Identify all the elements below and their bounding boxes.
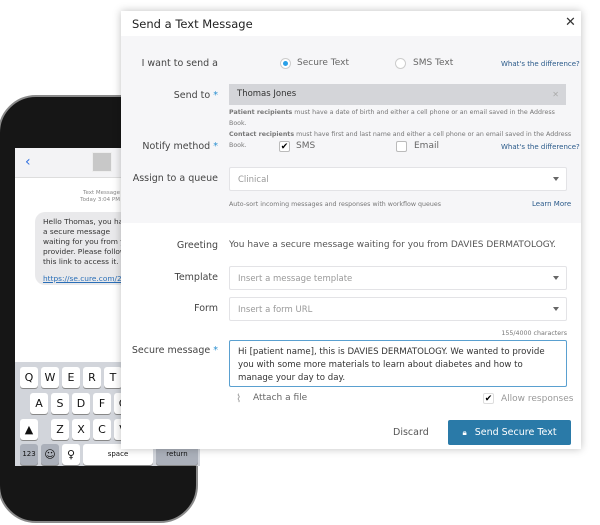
queue-label: Assign to a queue: [132, 173, 218, 184]
key-f[interactable]: F: [93, 393, 111, 414]
queue-select[interactable]: Clinical: [229, 167, 567, 191]
chevron-down-icon: [553, 307, 559, 314]
sms-label: SMS: [296, 141, 316, 151]
message-timestamp: Today 3:04 PM: [80, 197, 120, 203]
queue-help: Auto-sort incoming messages and response…: [229, 201, 442, 208]
allow-responses-checkbox[interactable]: ✔: [483, 393, 494, 404]
checkbox-sms[interactable]: ✔: [279, 141, 290, 152]
notify-difference-link[interactable]: What's the difference?: [501, 143, 580, 151]
radio-sms-text[interactable]: [395, 58, 406, 69]
template-select[interactable]: Insert a message template: [229, 266, 567, 290]
key-e[interactable]: E: [62, 367, 80, 388]
shift-key-icon[interactable]: ▲: [20, 419, 38, 440]
email-label: Email: [414, 141, 439, 151]
char-count: 155/4000 characters: [501, 330, 567, 337]
key-t[interactable]: T: [104, 367, 122, 388]
chevron-down-icon: [553, 177, 559, 184]
allow-responses-label: Allow responses: [501, 394, 574, 404]
secure-text-label: Secure Text: [297, 58, 350, 68]
contact-avatar-icon: [92, 152, 112, 172]
back-icon[interactable]: ‹: [25, 154, 31, 170]
send-secure-text-button[interactable]: 🔒︎ Send Secure Text: [448, 420, 571, 445]
greeting-label: Greeting: [176, 240, 218, 251]
secure-message-label: Secure message *: [131, 345, 218, 356]
template-label: Template: [174, 272, 218, 283]
send-type-label: I want to send a: [141, 58, 218, 69]
clear-icon[interactable]: ✕: [552, 84, 559, 105]
key-123[interactable]: 123: [20, 444, 38, 465]
checkbox-email[interactable]: [396, 141, 407, 152]
key-a[interactable]: A: [30, 393, 48, 414]
sms-text-label: SMS Text: [413, 58, 454, 68]
key-q[interactable]: Q: [20, 367, 38, 388]
key-x[interactable]: X: [72, 419, 90, 440]
mic-key-icon[interactable]: ♀: [62, 444, 80, 465]
chevron-down-icon: [553, 276, 559, 283]
notify-method-label: Notify method *: [142, 141, 218, 152]
key-d[interactable]: D: [72, 393, 90, 414]
emoji-key-icon[interactable]: ☺: [41, 444, 59, 465]
send-to-label: Send to *: [173, 90, 218, 101]
key-s[interactable]: S: [51, 393, 69, 414]
form-select[interactable]: Insert a form URL: [229, 297, 567, 321]
modal-title: Send a Text Message: [132, 17, 253, 31]
learn-more-link[interactable]: Learn More: [532, 200, 571, 208]
form-label: Form: [194, 303, 218, 314]
message-label: Text Message: [83, 190, 120, 196]
send-to-input[interactable]: Thomas Jones ✕: [229, 84, 566, 105]
radio-secure-text[interactable]: [280, 58, 291, 69]
key-w[interactable]: W: [41, 367, 59, 388]
patient-help: Patient recipients must have a date of b…: [229, 109, 555, 127]
close-icon[interactable]: ✕: [565, 15, 576, 30]
attach-file-link[interactable]: Attach a file: [253, 393, 307, 403]
whats-the-difference-link[interactable]: What's the difference?: [501, 60, 580, 68]
secure-message-textarea[interactable]: Hi [patient name], this is DAVIES DERMAT…: [229, 340, 567, 387]
greeting-value: You have a secure message waiting for yo…: [229, 240, 556, 250]
lock-icon: 🔒︎: [462, 428, 467, 437]
recipient-value: Thomas Jones: [237, 89, 297, 99]
discard-button[interactable]: Discard: [393, 427, 429, 438]
key-z[interactable]: Z: [51, 419, 69, 440]
paperclip-icon[interactable]: ⌇: [236, 392, 241, 405]
key-c[interactable]: C: [93, 419, 111, 440]
key-r[interactable]: R: [83, 367, 101, 388]
